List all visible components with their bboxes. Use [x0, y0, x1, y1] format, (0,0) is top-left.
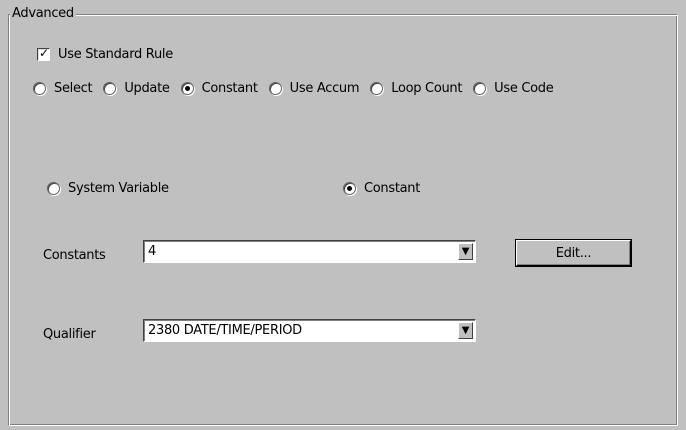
- radio-system-variable-label: System Variable: [68, 181, 169, 196]
- radio-select[interactable]: Select: [33, 81, 93, 96]
- qualifier-value: 2380 DATE/TIME/PERIOD: [148, 323, 302, 338]
- radio-button-selected-icon[interactable]: [343, 182, 356, 195]
- radio-button-icon[interactable]: [473, 82, 487, 95]
- radio-select-label: Select: [54, 81, 93, 96]
- dropdown-arrow-icon[interactable]: ▼: [458, 322, 473, 339]
- radio-constant-label: Constant: [201, 81, 258, 96]
- radio-constant[interactable]: Constant: [180, 81, 258, 96]
- radio-loop-count[interactable]: Loop Count: [370, 81, 462, 96]
- mode-radio-group: Select Update Constant Use Accum Loop Co…: [33, 81, 564, 96]
- constants-combo[interactable]: 4 ▼: [143, 240, 476, 263]
- qualifier-label: Qualifier: [43, 327, 96, 342]
- radio-update-label: Update: [124, 81, 170, 96]
- groupbox-title: Advanced: [10, 6, 76, 22]
- radio-button-selected-icon[interactable]: [180, 82, 194, 95]
- radio-button-icon[interactable]: [47, 182, 60, 195]
- radio-use-code-label: Use Code: [494, 81, 554, 96]
- radio-button-icon[interactable]: [268, 82, 282, 95]
- radio-button-icon[interactable]: [103, 82, 117, 95]
- radio-update[interactable]: Update: [103, 81, 170, 96]
- constants-label: Constants: [43, 248, 106, 263]
- qualifier-combo[interactable]: 2380 DATE/TIME/PERIOD ▼: [143, 319, 476, 342]
- radio-source-constant[interactable]: Constant: [343, 181, 420, 196]
- radio-system-variable[interactable]: System Variable: [47, 181, 169, 196]
- edit-button[interactable]: Edit...: [516, 240, 631, 266]
- constants-value: 4: [148, 244, 156, 259]
- checkmark-icon: ✓: [39, 46, 49, 60]
- radio-button-icon[interactable]: [33, 82, 46, 95]
- radio-use-code[interactable]: Use Code: [473, 81, 554, 96]
- advanced-groupbox: [8, 14, 678, 426]
- dropdown-arrow-icon[interactable]: ▼: [458, 243, 473, 260]
- use-standard-rule-checkbox[interactable]: ✓ Use Standard Rule: [37, 46, 173, 62]
- radio-use-accum[interactable]: Use Accum: [268, 81, 360, 96]
- edit-button-label: Edit...: [555, 245, 592, 261]
- radio-loop-count-label: Loop Count: [391, 81, 463, 96]
- checkbox-box[interactable]: ✓: [37, 46, 50, 61]
- radio-use-accum-label: Use Accum: [289, 81, 360, 96]
- radio-source-constant-label: Constant: [364, 181, 421, 196]
- radio-button-icon[interactable]: [370, 82, 384, 95]
- use-standard-rule-label: Use Standard Rule: [58, 47, 173, 62]
